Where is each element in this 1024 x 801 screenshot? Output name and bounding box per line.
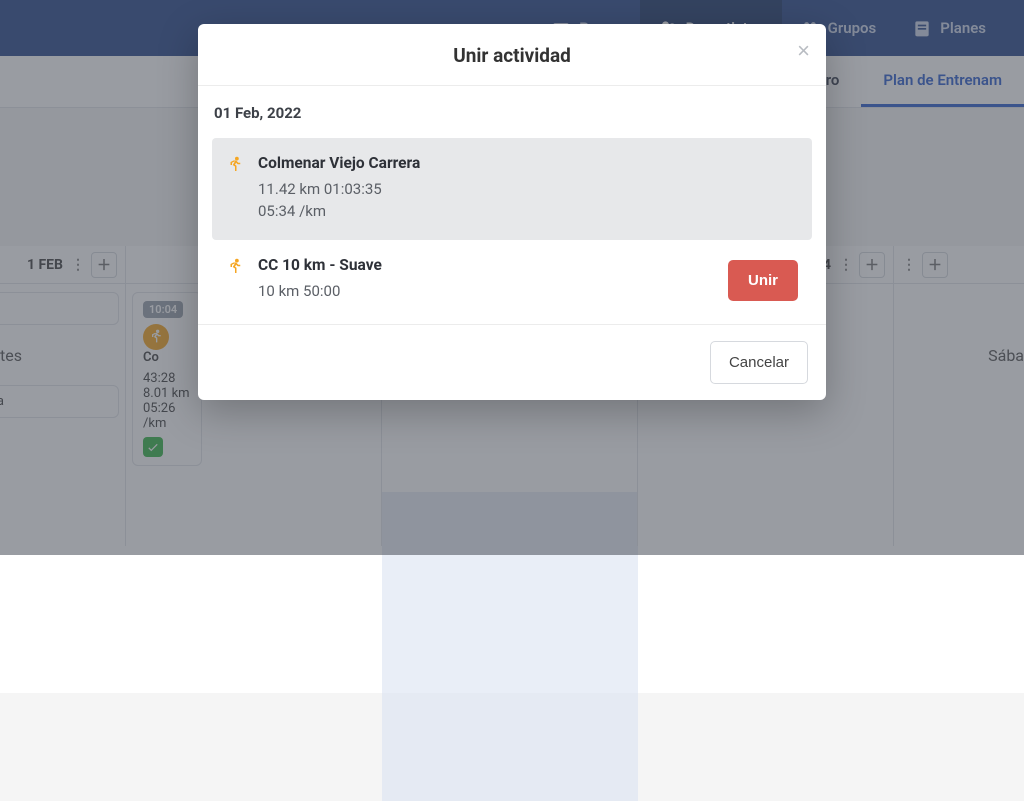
activity-stat: 11.42 km 01:03:35 [258, 180, 798, 198]
running-icon [226, 154, 248, 224]
modal-title: Unir actividad [198, 44, 826, 67]
activity-title: CC 10 km - Suave [258, 256, 728, 274]
activity-option[interactable]: CC 10 km - Suave 10 km 50:00 Unir [212, 240, 812, 320]
join-button[interactable]: Unir [728, 260, 798, 301]
cancel-button[interactable]: Cancelar [710, 341, 808, 384]
activity-stat: 10 km 50:00 [258, 282, 728, 300]
modal-date: 01 Feb, 2022 [214, 104, 812, 122]
modal-backdrop[interactable]: Unir actividad × 01 Feb, 2022 Colmenar V… [0, 0, 1024, 555]
merge-activity-modal: Unir actividad × 01 Feb, 2022 Colmenar V… [198, 24, 826, 400]
close-icon[interactable]: × [797, 38, 810, 64]
activity-stat: 05:34 /km [258, 202, 798, 220]
activity-title: Colmenar Viejo Carrera [258, 154, 798, 172]
running-icon [226, 256, 248, 304]
activity-option-selected[interactable]: Colmenar Viejo Carrera 11.42 km 01:03:35… [212, 138, 812, 240]
